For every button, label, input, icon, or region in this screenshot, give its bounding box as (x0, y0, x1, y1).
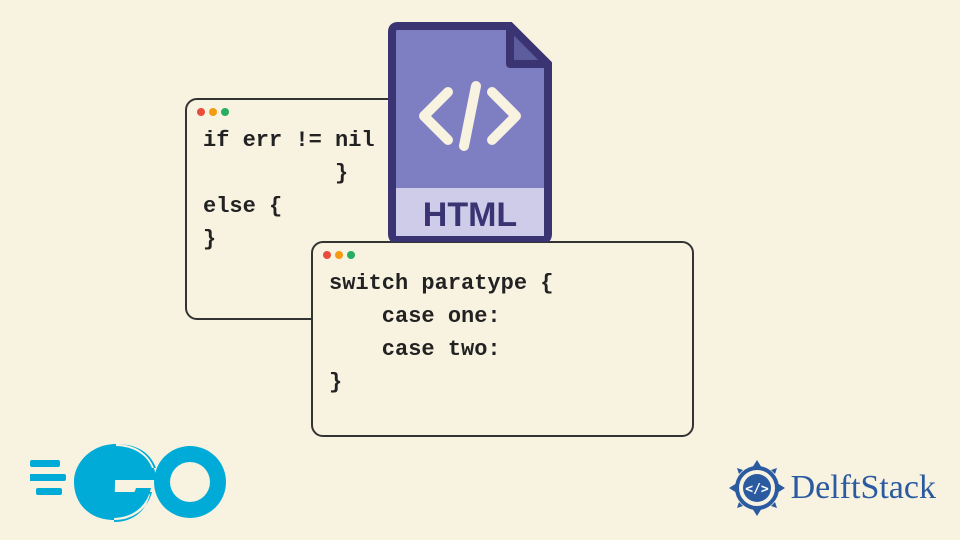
delftstack-text: DelftStack (791, 469, 936, 507)
go-logo-icon (30, 432, 230, 526)
code-window-switch: switch paratype { case one: case two: } (311, 241, 694, 437)
dot-red-icon (323, 251, 331, 259)
dot-green-icon (347, 251, 355, 259)
html-file-icon: HTML (380, 20, 558, 242)
file-icon-svg: HTML (380, 20, 558, 242)
dot-yellow-icon (335, 251, 343, 259)
html-label: HTML (423, 196, 517, 234)
window-dots (313, 243, 692, 263)
delftstack-logo: </> DelftStack (727, 458, 936, 518)
code-content-switch: switch paratype { case one: case two: } (313, 263, 692, 411)
svg-text:</>: </> (745, 482, 769, 497)
dot-yellow-icon (209, 108, 217, 116)
delftstack-gear-icon: </> (727, 458, 787, 518)
dot-green-icon (221, 108, 229, 116)
dot-red-icon (197, 108, 205, 116)
